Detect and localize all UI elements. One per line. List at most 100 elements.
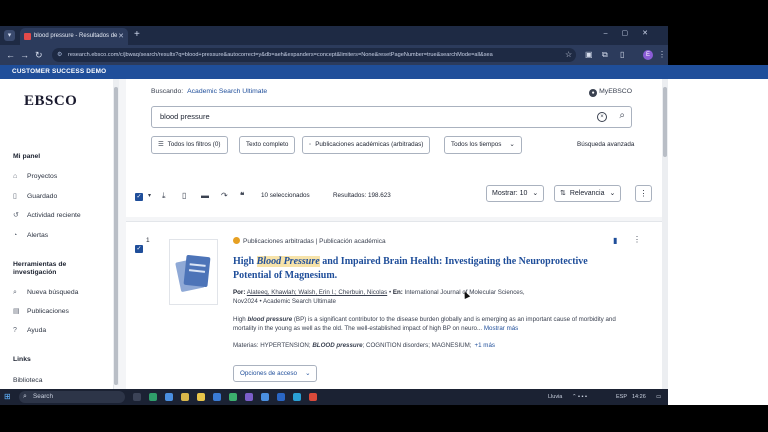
task-view-icon[interactable] xyxy=(133,393,141,401)
all-filters-button[interactable]: ☰ Todos los filtros (0) xyxy=(151,136,228,154)
sidebar-item-help[interactable]: ? Ayuda xyxy=(13,326,46,336)
database-link[interactable]: Academic Search Ultimate xyxy=(187,88,267,95)
full-text-button[interactable]: Texto completo xyxy=(239,136,296,154)
full-text-label: Texto completo xyxy=(246,141,289,148)
taskbar: ⊞ ⌕ Search Lluvia ⌃ ▪ ▪ ▪ ESP 14:26 ▭ xyxy=(0,389,668,405)
url-text: research.ebsco.com/c/jbwaq/search/result… xyxy=(68,52,493,58)
results-per-page-label: Mostrar: 10 xyxy=(492,190,528,197)
chevron-down-icon: ⌄ xyxy=(609,190,616,197)
forward-icon[interactable]: → xyxy=(20,49,29,61)
taskbar-search[interactable]: ⌕ Search xyxy=(19,391,125,403)
windows-start-icon[interactable]: ⊞ xyxy=(4,393,12,401)
sidebar-item-recent-activity[interactable]: ↺ Actividad reciente xyxy=(13,211,81,221)
app-icon[interactable] xyxy=(277,393,285,401)
result-authors: Por: Alateeq, Khawlah; Walsh, Erin I.; C… xyxy=(233,288,603,306)
puzzle-icon[interactable]: ⧉ xyxy=(602,49,608,61)
access-options-button[interactable]: Opciones de acceso ⌄ xyxy=(233,365,318,382)
tab-search-icon[interactable]: ▾ xyxy=(4,30,15,41)
sort-label: Relevancia xyxy=(569,190,605,197)
abstract-part: High xyxy=(233,316,248,323)
window-controls[interactable]: –▢✕ xyxy=(604,29,662,37)
sidebar-item-publications[interactable]: ▤ Publicaciones xyxy=(13,307,69,317)
search-icon[interactable]: ⌕ xyxy=(619,110,625,121)
cite-icon[interactable]: ❝ xyxy=(240,191,244,201)
myebsco-label: MyEBSCO xyxy=(599,88,632,95)
document-icon xyxy=(183,254,211,288)
taskbar-search-label: Search xyxy=(33,393,53,400)
sidebar-icon[interactable]: ▯ xyxy=(620,49,624,61)
tools-heading: Herramientas de investigación xyxy=(13,261,67,276)
sidebar-item-library[interactable]: Biblioteca xyxy=(13,376,42,386)
subjects-part[interactable]: ; COGNITION disorders; MAGNESIUM; xyxy=(363,342,472,349)
search-input[interactable]: blood pressure × ⌕ xyxy=(151,106,632,128)
weather-status[interactable]: Lluvia xyxy=(548,392,562,402)
clock[interactable]: 14:26 xyxy=(632,392,646,402)
share-icon[interactable]: ↷ xyxy=(221,191,228,201)
add-to-folder-icon[interactable]: ▬ xyxy=(201,191,209,201)
app-icon[interactable] xyxy=(293,393,301,401)
main-scroll-thumb[interactable] xyxy=(663,87,667,157)
close-tab-icon[interactable]: ✕ xyxy=(118,28,124,45)
searching-label: Buscando: xyxy=(151,88,184,95)
download-icon[interactable]: ⤓ xyxy=(162,191,166,201)
app-icon[interactable] xyxy=(229,393,237,401)
browser-tab[interactable]: blood pressure - Resultados de ✕ xyxy=(20,28,128,45)
app-icon[interactable] xyxy=(213,393,221,401)
sidebar-item-alerts[interactable]: ◔ Alertas xyxy=(13,231,48,241)
time-range-dropdown[interactable]: Todos los tiempos ⌄ xyxy=(444,136,522,154)
back-icon[interactable]: ← xyxy=(6,49,15,61)
app-icon[interactable] xyxy=(245,393,253,401)
new-tab-icon[interactable]: + xyxy=(134,29,140,41)
result-more-icon[interactable]: ⋮ xyxy=(633,235,641,244)
peer-reviewed-badge-icon xyxy=(233,237,240,244)
ebsco-logo[interactable]: EBSCO xyxy=(24,93,77,110)
app-icon[interactable] xyxy=(149,393,157,401)
peer-reviewed-icon: ◦ xyxy=(309,141,312,148)
more-subjects-link[interactable]: +1 más xyxy=(475,342,495,349)
language-indicator[interactable]: ESP xyxy=(616,392,627,402)
peer-reviewed-button[interactable]: ◦ Publicaciones académicas (arbitradas) xyxy=(302,136,431,154)
site-info-icon[interactable]: ⚙ xyxy=(57,48,62,62)
clear-icon[interactable]: × xyxy=(597,112,607,122)
ebsco-favicon-icon xyxy=(24,33,31,40)
reload-icon[interactable]: ↻ xyxy=(35,49,43,61)
star-icon[interactable]: ☆ xyxy=(565,49,572,61)
more-options-button[interactable]: ⋮ xyxy=(635,185,652,202)
save-bookmark-icon[interactable]: ▮ xyxy=(613,236,617,245)
extensions-icon[interactable]: ▣ xyxy=(585,49,593,61)
bookmark-icon[interactable]: ▯ xyxy=(182,191,186,201)
profile-avatar[interactable]: E xyxy=(643,50,653,60)
tray-icons[interactable]: ⌃ ▪ ▪ ▪ xyxy=(572,392,587,402)
chrome-icon[interactable] xyxy=(309,393,317,401)
results-per-page-dropdown[interactable]: Mostrar: 10 ⌄ xyxy=(486,185,545,202)
url-bar[interactable]: ⚙ research.ebsco.com/c/jbwaq/search/resu… xyxy=(52,48,576,62)
peer-reviewed-label: Publicaciones académicas (arbitradas) xyxy=(315,141,424,148)
sort-dropdown[interactable]: ⇅ Relevancia ⌄ xyxy=(554,185,622,202)
sidebar-item-new-search[interactable]: ⌕ Nueva búsqueda xyxy=(13,288,78,298)
links-heading: Links xyxy=(13,356,31,363)
subjects-part[interactable]: HYPERTENSION; xyxy=(260,342,312,349)
document-thumbnail[interactable] xyxy=(169,239,218,305)
author-links[interactable]: Alateeq, Khawlah; Walsh, Erin I.; Cherbu… xyxy=(247,289,387,296)
sidebar-scroll-thumb[interactable] xyxy=(114,87,118,385)
myebsco-button[interactable]: ● MyEBSCO xyxy=(589,88,632,97)
sidebar-item-saved[interactable]: ▯ Guardado xyxy=(13,192,57,202)
app-icon[interactable] xyxy=(165,393,173,401)
select-all-checkbox[interactable]: ✓ xyxy=(135,191,143,201)
sidebar-scrollbar[interactable] xyxy=(113,79,119,385)
result-checkbox[interactable]: ✓ xyxy=(135,237,143,255)
file-explorer-icon[interactable] xyxy=(181,393,189,401)
app-icon[interactable] xyxy=(261,393,269,401)
sidebar-item-projects[interactable]: ⌂ Proyectos xyxy=(13,172,57,182)
main-scrollbar[interactable] xyxy=(662,79,668,389)
result-title-link[interactable]: High Blood Pressure and Impaired Brain H… xyxy=(233,255,613,283)
menu-dots-icon[interactable]: ⋮ xyxy=(658,49,666,61)
show-more-link[interactable]: Mostrar más xyxy=(484,325,518,332)
app-icon[interactable] xyxy=(197,393,205,401)
select-chevron-down-icon[interactable]: ▾ xyxy=(148,191,151,201)
result-item: ✓ 1 Publicaciones arbitradas | Publicaci… xyxy=(126,221,662,389)
notification-icon[interactable]: ▭ xyxy=(656,392,661,402)
advanced-search-link[interactable]: Búsqueda avanzada xyxy=(577,141,634,148)
results-toolbar: ✓ ▾ ⤓ ▯ ▬ ↷ ❝ 10 seleccionados Resultado… xyxy=(126,177,662,217)
subjects-highlight[interactable]: BLOOD pressure xyxy=(312,342,362,349)
